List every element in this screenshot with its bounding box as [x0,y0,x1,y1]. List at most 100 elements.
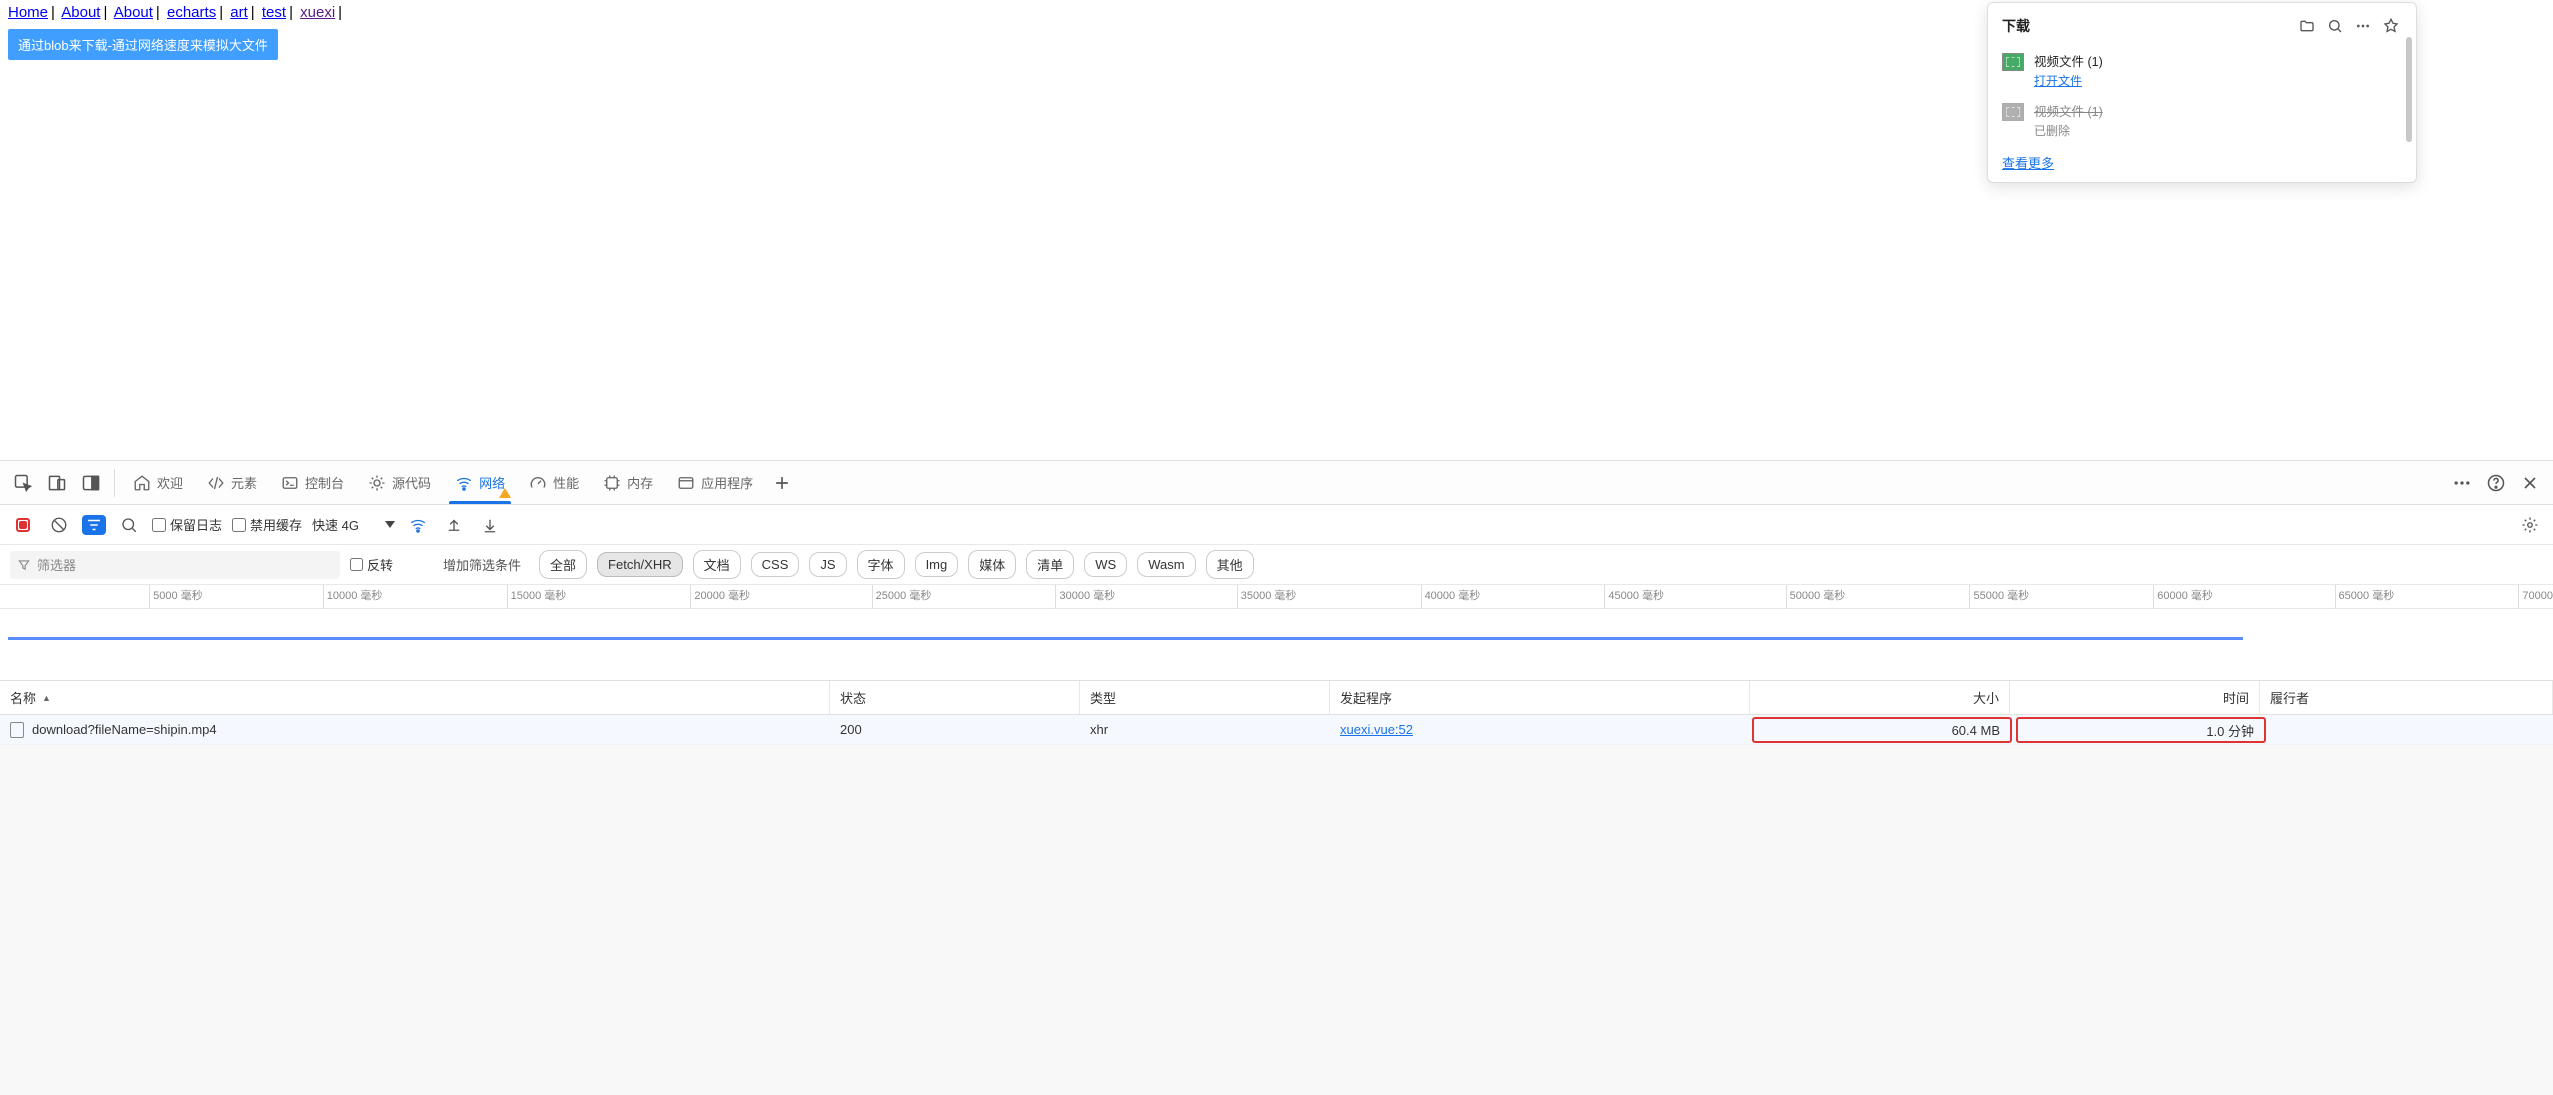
open-file-link[interactable]: 打开文件 [2034,72,2082,89]
col-size[interactable]: 大小 [1750,681,2010,714]
nav-about-2[interactable]: About [114,4,153,21]
request-fulfiller [2268,715,2553,744]
ruler-tick: 5000 毫秒 [153,587,203,603]
file-thumb-icon [2002,103,2024,121]
tab-application[interactable]: 应用程序 [665,461,765,504]
tab-label: 应用程序 [701,473,753,492]
add-filter-condition[interactable]: 增加筛选条件 [443,555,529,574]
ruler-tick: 40000 毫秒 [1425,587,1481,603]
record-icon[interactable] [10,512,36,538]
more-icon[interactable] [2352,15,2374,37]
search-icon[interactable] [116,512,142,538]
network-toolbar: 保留日志 禁用缓存 快速 4G [0,505,2553,545]
ruler-tick: 20000 毫秒 [694,587,750,603]
download-item-status: 已删除 [2034,122,2103,139]
request-size: 60.4 MB [1752,717,2012,743]
tab-label: 源代码 [392,473,431,492]
request-name: download?fileName=shipin.mp4 [32,722,217,737]
download-icon[interactable] [477,512,503,538]
tab-memory[interactable]: 内存 [591,461,665,504]
tab-performance[interactable]: 性能 [517,461,591,504]
col-initiator[interactable]: 发起程序 [1330,681,1750,714]
nav-xuexi[interactable]: xuexi [300,4,335,21]
filter-chip-ws[interactable]: WS [1084,552,1127,577]
nav-art[interactable]: art [230,4,248,21]
ruler-tick: 50000 毫秒 [1790,587,1846,603]
tab-console[interactable]: 控制台 [269,461,356,504]
tab-sources[interactable]: 源代码 [356,461,443,504]
nav-home[interactable]: Home [8,4,48,21]
col-type[interactable]: 类型 [1080,681,1330,714]
download-item[interactable]: 视频文件 (1) 打开文件 [1988,45,2416,95]
timeline-ruler[interactable]: 5000 毫秒 10000 毫秒 15000 毫秒 20000 毫秒 25000 毫秒 3… [0,585,2553,609]
view-more-link[interactable]: 查看更多 [2002,156,2054,171]
request-initiator-link[interactable]: xuexi.vue:52 [1330,715,1750,744]
preserve-log-checkbox[interactable]: 保留日志 [152,515,222,534]
ruler-tick: 60000 毫秒 [2157,587,2213,603]
nav-echarts[interactable]: echarts [167,4,216,21]
throttle-select[interactable]: 快速 4G [312,515,395,534]
col-fulfiller[interactable]: 履行者 [2260,681,2553,714]
tab-label: 控制台 [305,473,344,492]
filter-toggle-icon[interactable] [82,515,106,535]
ruler-tick: 25000 毫秒 [876,587,932,603]
clear-icon[interactable] [46,512,72,538]
col-status[interactable]: 状态 [830,681,1080,714]
download-via-blob-button[interactable]: 通过blob来下载-通过网络速度来模拟大文件 [8,29,278,60]
inspect-icon[interactable] [6,466,40,500]
download-item-name: 视频文件 (1) [2034,101,2103,120]
funnel-icon [17,558,31,572]
downloads-scrollbar[interactable] [2406,37,2412,142]
tab-label: 内存 [627,473,653,492]
pin-icon[interactable] [2380,15,2402,37]
ruler-tick: 15000 毫秒 [511,587,567,603]
ruler-tick: 55000 毫秒 [1973,587,2029,603]
filter-chip-other[interactable]: 其他 [1206,550,1254,579]
tab-welcome[interactable]: 欢迎 [121,461,195,504]
col-name[interactable]: 名称 [0,681,830,714]
nav-about-1[interactable]: About [61,4,100,21]
filter-chip-font[interactable]: 字体 [857,550,905,579]
invert-checkbox[interactable]: 反转 [350,555,393,574]
request-type: xhr [1080,715,1330,744]
download-item[interactable]: 视频文件 (1) 已删除 [1988,95,2416,145]
more-icon[interactable] [2445,466,2479,500]
nav-test[interactable]: test [262,4,286,21]
filter-chip-media[interactable]: 媒体 [968,550,1016,579]
filter-chip-manifest[interactable]: 清单 [1026,550,1074,579]
disable-cache-checkbox[interactable]: 禁用缓存 [232,515,302,534]
waterfall-overview[interactable] [0,609,2553,681]
network-request-row[interactable]: download?fileName=shipin.mp4 200 xhr xue… [0,715,2553,745]
tab-elements[interactable]: 元素 [195,461,269,504]
folder-icon[interactable] [2296,15,2318,37]
ruler-tick: 10000 毫秒 [327,587,383,603]
help-icon[interactable] [2479,466,2513,500]
filter-input[interactable]: 筛选器 [10,551,340,579]
upload-icon[interactable] [441,512,467,538]
devtools-tabs: 欢迎 元素 控制台 源代码 网络 性能 内存 应用程序 [0,461,2553,505]
dock-icon[interactable] [74,466,108,500]
tab-network[interactable]: 网络 [443,461,517,504]
add-tab-icon[interactable] [765,466,799,500]
filter-chip-css[interactable]: CSS [751,552,800,577]
filter-chip-wasm[interactable]: Wasm [1137,552,1195,577]
chevron-down-icon [385,521,395,528]
filter-chip-img[interactable]: Img [915,552,959,577]
ruler-tick: 70000 毫秒 [2522,587,2553,603]
close-icon[interactable] [2513,466,2547,500]
devtools-panel: 欢迎 元素 控制台 源代码 网络 性能 内存 应用程序 保留日志 禁用缓存 快速… [0,460,2553,1095]
col-time[interactable]: 时间 [2010,681,2260,714]
ruler-tick: 30000 毫秒 [1059,587,1115,603]
filter-chip-doc[interactable]: 文档 [693,550,741,579]
settings-gear-icon[interactable] [2517,512,2543,538]
filter-chip-fetch[interactable]: Fetch/XHR [597,552,683,577]
request-bar [8,637,2243,640]
network-table-header: 名称 状态 类型 发起程序 大小 时间 履行者 [0,681,2553,715]
device-toggle-icon[interactable] [40,466,74,500]
network-conditions-icon[interactable] [405,512,431,538]
filter-chip-all[interactable]: 全部 [539,550,587,579]
tab-label: 欢迎 [157,473,183,492]
filter-chip-js[interactable]: JS [809,552,846,577]
search-icon[interactable] [2324,15,2346,37]
tab-label: 性能 [553,473,579,492]
